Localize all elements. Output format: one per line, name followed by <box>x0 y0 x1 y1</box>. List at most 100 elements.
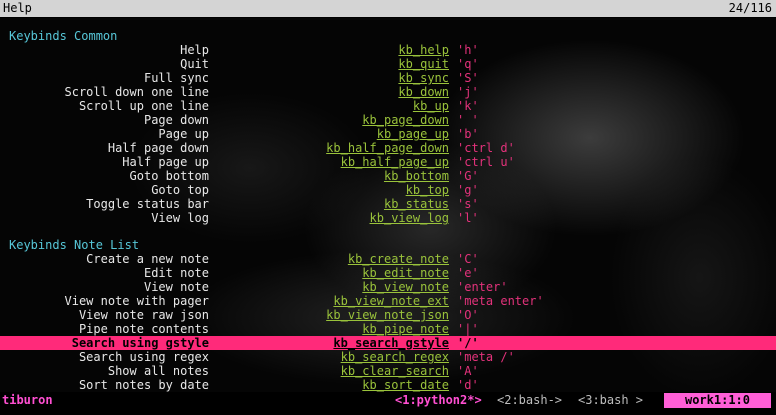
keybind-row[interactable]: Half page up kb_half_page_up 'ctrl u' <box>0 155 776 169</box>
keybind-row[interactable]: View log kb_view_log 'l' <box>0 211 776 225</box>
keybind-label: View note with pager <box>64 294 210 308</box>
keybind-row[interactable]: Sort notes by date kb_sort_date 'd' <box>0 378 776 392</box>
keybind-name: kb_bottom <box>383 169 449 183</box>
keybind-key: '|' <box>457 322 479 336</box>
keybind-name: kb_clear_search <box>340 364 449 378</box>
keybind-name: kb_pipe_note <box>362 322 449 336</box>
keybind-name: kb_top <box>405 183 449 197</box>
keybind-row[interactable]: Search using regex kb_search_regex 'meta /… <box>0 350 776 364</box>
page-title: Help <box>3 1 32 15</box>
window-tab-1[interactable]: <1:python2*> <box>395 392 482 409</box>
keybind-key: 'S' <box>457 71 479 85</box>
keybind-label: View log <box>151 211 209 225</box>
keybind-key: 'enter' <box>457 280 508 294</box>
keybind-name: kb_view_note <box>362 280 449 294</box>
keybind-row[interactable]: Scroll down one line kb_down 'j' <box>0 85 776 99</box>
keybind-label: Edit note <box>143 266 209 280</box>
tmux-status-bar: tiburon <1:python2*> <2:bash-> <3:bash >… <box>0 392 776 409</box>
keybind-key: 'e' <box>457 266 479 280</box>
host-badge: work1:1:0 <box>664 393 771 408</box>
keybind-key: 'C' <box>457 252 479 266</box>
keybind-label: Page down <box>143 113 209 127</box>
keybind-row[interactable]: View note raw json kb_view_note_json 'O' <box>0 308 776 322</box>
keybind-row[interactable]: Quit kb_quit 'q' <box>0 57 776 71</box>
keybind-row[interactable]: Search using gstyle kb_search_gstyle '/' <box>0 336 776 350</box>
keybind-label: Half page up <box>122 155 209 169</box>
keybind-key: 'b' <box>457 127 479 141</box>
keybind-label: Half page down <box>107 141 209 155</box>
keybind-name: kb_page_up <box>376 127 449 141</box>
keybind-key: 'j' <box>457 85 479 99</box>
keybind-label: Page up <box>158 127 209 141</box>
keybind-key: 'A' <box>457 364 479 378</box>
keybind-label: View note raw json <box>78 308 209 322</box>
keybind-label: Pipe note contents <box>78 322 209 336</box>
keybind-name: kb_view_note_json <box>326 308 449 322</box>
section-title: Keybinds Common <box>9 29 118 43</box>
keybind-row[interactable]: Page down kb_page_down ' ' <box>0 113 776 127</box>
keybind-label: Create a new note <box>86 252 209 266</box>
keybind-name: kb_edit_note <box>362 266 449 280</box>
keybind-key: 'meta enter' <box>457 294 544 308</box>
keybind-row[interactable]: Help kb_help 'h' <box>0 43 776 57</box>
title-bar: Help 24/116 <box>0 0 776 17</box>
keybind-row[interactable]: Toggle status bar kb_status 's' <box>0 197 776 211</box>
keybind-name: kb_search_gstyle <box>333 336 449 350</box>
keybind-row[interactable]: Half page down kb_half_page_down 'ctrl d' <box>0 141 776 155</box>
keybind-key: 'q' <box>457 57 479 71</box>
section-title: Keybinds Note List <box>9 238 140 252</box>
keybind-name: kb_down <box>398 85 449 99</box>
keybind-row[interactable]: Full sync kb_sync 'S' <box>0 71 776 85</box>
keybind-name: kb_sync <box>398 71 449 85</box>
keybind-row[interactable]: Scroll up one line kb_up 'k' <box>0 99 776 113</box>
window-tab-3[interactable]: <3:bash > <box>578 392 643 409</box>
keybind-name: kb_create_note <box>347 252 449 266</box>
keybind-row[interactable]: Goto top kb_top 'g' <box>0 183 776 197</box>
keybind-row[interactable]: Create a new note kb_create_note 'C' <box>0 252 776 266</box>
keybind-key: ' ' <box>457 113 479 127</box>
keybind-name: kb_sort_date <box>362 378 449 392</box>
keybind-row[interactable]: Goto bottom kb_bottom 'G' <box>0 169 776 183</box>
keybind-row[interactable]: Pipe note contents kb_pipe_note '|' <box>0 322 776 336</box>
keybind-row[interactable]: View note kb_view_note 'enter' <box>0 280 776 294</box>
keybind-key: 'ctrl d' <box>457 141 515 155</box>
keybind-key: 'O' <box>457 308 479 322</box>
keybind-name: kb_view_note_ext <box>333 294 449 308</box>
keybind-row[interactable]: View note with pager kb_view_note_ext 'met… <box>0 294 776 308</box>
keybind-name: kb_half_page_up <box>340 155 449 169</box>
keybind-name: kb_search_regex <box>340 350 449 364</box>
keybind-key: 'meta /' <box>457 350 515 364</box>
keybind-label: Quit <box>180 57 209 71</box>
keybind-key: '/' <box>457 336 479 350</box>
keybind-name: kb_up <box>412 99 449 113</box>
keybind-label: Goto bottom <box>129 169 209 183</box>
keybind-key: 'G' <box>457 169 479 183</box>
keybind-row[interactable]: Edit note kb_edit_note 'e' <box>0 266 776 280</box>
keybind-label: Full sync <box>143 71 209 85</box>
keybind-name: kb_status <box>383 197 449 211</box>
scroll-position: 24/116 <box>728 1 772 15</box>
keybind-label: Goto top <box>151 183 209 197</box>
keybind-row[interactable]: Page up kb_page_up 'b' <box>0 127 776 141</box>
keybind-key: 'g' <box>457 183 479 197</box>
keybind-label: Help <box>180 43 209 57</box>
keybind-key: 'h' <box>457 43 479 57</box>
keybind-label: View note <box>143 280 209 294</box>
keybind-key: 'ctrl u' <box>457 155 515 169</box>
keybind-label: Scroll down one line <box>64 85 210 99</box>
keybind-label: Sort notes by date <box>78 378 209 392</box>
session-name[interactable]: tiburon <box>2 392 53 409</box>
keybind-label: Search using gstyle <box>71 336 209 350</box>
keybind-label: Toggle status bar <box>86 197 209 211</box>
window-tab-2[interactable]: <2:bash-> <box>497 392 562 409</box>
keybind-key: 's' <box>457 197 479 211</box>
keybind-key: 'l' <box>457 211 479 225</box>
keybind-row[interactable]: Show all notes kb_clear_search 'A' <box>0 364 776 378</box>
keybind-name: kb_page_down <box>362 113 449 127</box>
keybind-label: Search using regex <box>78 350 209 364</box>
keybind-name: kb_half_page_down <box>326 141 449 155</box>
keybind-name: kb_help <box>398 43 449 57</box>
keybind-key: 'd' <box>457 378 479 392</box>
keybind-label: Show all notes <box>107 364 209 378</box>
keybind-key: 'k' <box>457 99 479 113</box>
